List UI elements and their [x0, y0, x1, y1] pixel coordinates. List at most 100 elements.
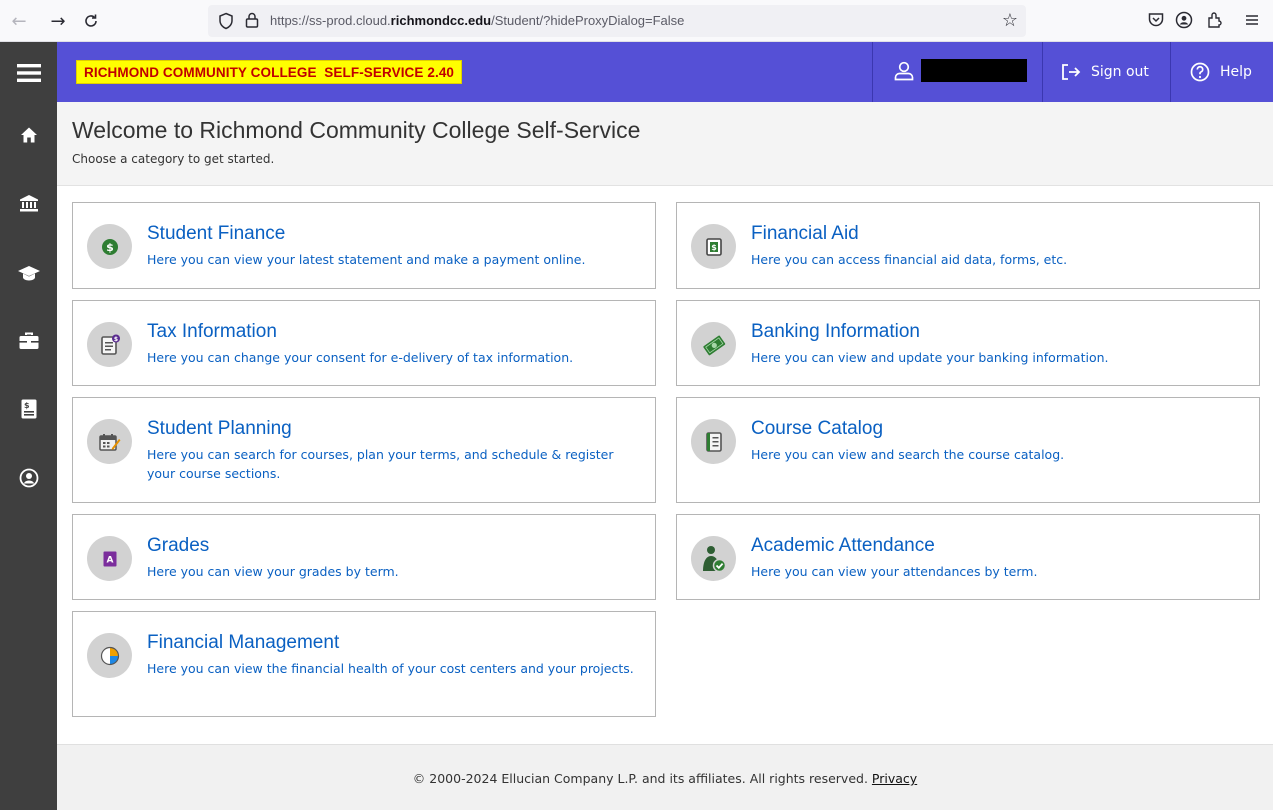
back-button[interactable]: ← [5, 7, 33, 35]
card-icon-circle [691, 419, 736, 464]
svg-text:$: $ [24, 401, 30, 410]
header-divider [1170, 42, 1171, 102]
card-icon-circle [691, 322, 736, 367]
header-divider [1042, 42, 1043, 102]
user-icon [894, 61, 914, 81]
menu-icon[interactable] [1240, 8, 1264, 32]
hamburger-icon [16, 64, 41, 82]
address-bar[interactable]: https://ss-prod.cloud.richmondcc.edu/Stu… [208, 5, 1026, 37]
menu-toggle-button[interactable] [0, 53, 57, 93]
footer-text: © 2000-2024 Ellucian Company L.P. and it… [57, 771, 1273, 786]
card-icon-circle [87, 419, 132, 464]
card-title: Financial Aid [751, 223, 859, 244]
nav-user-profile[interactable] [0, 458, 57, 498]
reload-icon [85, 14, 97, 27]
grade-report-icon: A [103, 551, 116, 566]
svg-text:$: $ [113, 336, 117, 343]
bank-icon [19, 195, 38, 212]
svg-text:$: $ [711, 243, 717, 252]
logo-text: RICHMOND COMMUNITY COLLEGE SELF-SERVICE … [84, 64, 455, 80]
card-description: Here you can view and update your bankin… [751, 350, 1109, 365]
card-financial-management[interactable]: Financial Management Here you can view t… [72, 611, 656, 717]
card-title: Student Finance [147, 223, 286, 244]
copyright-text: © 2000-2024 Ellucian Company L.P. and it… [412, 771, 868, 786]
card-description: Here you can view your attendances by te… [751, 564, 1038, 579]
lock-icon[interactable] [244, 11, 260, 29]
sign-out-label: Sign out [1091, 64, 1149, 80]
card-banking-information[interactable]: Banking Information Here you can view an… [676, 300, 1260, 386]
card-course-catalog[interactable]: Course Catalog Here you can view and sea… [676, 397, 1260, 503]
card-icon-circle [87, 633, 132, 678]
left-navigation: $ [0, 42, 57, 810]
browser-toolbar: ← → https://ss-prod.cloud.richmondcc.edu… [0, 0, 1273, 42]
nav-tax[interactable]: $ [0, 389, 57, 429]
account-icon[interactable] [1172, 8, 1196, 32]
card-icon-circle: A [87, 536, 132, 581]
card-student-planning[interactable]: Student Planning Here you can search for… [72, 397, 656, 503]
dollar-coin-icon: $ [101, 238, 118, 255]
nav-home[interactable] [0, 115, 57, 155]
card-description: Here you can change your consent for e-d… [147, 350, 574, 365]
card-title: Financial Management [147, 632, 340, 653]
page-footer: © 2000-2024 Ellucian Company L.P. and it… [57, 744, 1273, 810]
privacy-link[interactable]: Privacy [872, 771, 917, 786]
card-financial-aid[interactable]: $ Financial Aid Here you can access fina… [676, 202, 1260, 289]
college-logo[interactable]: RICHMOND COMMUNITY COLLEGE SELF-SERVICE … [76, 60, 463, 84]
card-grades[interactable]: A Grades Here you can view your grades b… [72, 514, 656, 600]
url-text: https://ss-prod.cloud.richmondcc.edu/Stu… [270, 13, 685, 28]
pocket-icon[interactable] [1144, 8, 1168, 32]
card-title: Banking Information [751, 321, 920, 342]
card-icon-circle: $ [87, 224, 132, 269]
bookmark-star-icon[interactable]: ☆ [1002, 10, 1018, 31]
app-header: RICHMOND COMMUNITY COLLEGE SELF-SERVICE … [57, 42, 1273, 102]
tracking-shield-icon[interactable] [218, 12, 234, 30]
help-label: Help [1220, 64, 1252, 80]
category-grid: $ Student Finance Here you can view your… [57, 186, 1273, 744]
card-description: Here you can view your grades by term. [147, 564, 399, 579]
card-description: Here you can access financial aid data, … [751, 252, 1068, 267]
svg-text:A: A [106, 555, 113, 565]
nav-financial[interactable] [0, 183, 57, 223]
tax-form-icon: $ [100, 334, 120, 355]
card-title: Tax Information [147, 321, 277, 342]
nav-academics[interactable] [0, 253, 57, 293]
sign-out-icon [1062, 64, 1081, 80]
card-student-finance[interactable]: $ Student Finance Here you can view your… [72, 202, 656, 289]
page-subtitle: Choose a category to get started. [72, 152, 275, 166]
calendar-pencil-icon [98, 433, 120, 451]
briefcase-icon [19, 332, 38, 349]
reload-button[interactable] [77, 7, 105, 35]
dollar-document-icon: $ [21, 399, 36, 419]
page-title: Welcome to Richmond Community College Se… [72, 117, 641, 143]
money-bills-icon [702, 335, 725, 355]
pie-chart-icon [100, 646, 119, 665]
nav-employment[interactable] [0, 321, 57, 361]
extensions-icon[interactable] [1203, 8, 1227, 32]
card-description: Here you can view and search the course … [751, 447, 1065, 462]
forward-button[interactable]: → [44, 7, 72, 35]
card-title: Course Catalog [751, 418, 884, 439]
card-title: Grades [147, 535, 210, 556]
help-button[interactable]: Help [1190, 42, 1252, 102]
card-icon-circle [691, 536, 736, 581]
card-title: Academic Attendance [751, 535, 935, 556]
sign-out-button[interactable]: Sign out [1061, 42, 1149, 102]
attendance-person-check-icon [702, 545, 726, 572]
card-description: Here you can search for courses, plan yo… [147, 447, 614, 481]
home-icon [20, 127, 37, 143]
dollar-document-icon: $ [705, 237, 722, 256]
user-circle-icon [19, 468, 38, 488]
user-menu-button[interactable] [873, 42, 1043, 102]
svg-text:$: $ [106, 241, 114, 254]
catalog-book-icon [705, 431, 722, 452]
card-icon-circle: $ [87, 322, 132, 367]
help-circle-icon [1190, 62, 1210, 82]
graduation-cap-icon [17, 266, 40, 281]
user-name-redacted [921, 59, 1027, 82]
card-academic-attendance[interactable]: Academic Attendance Here you can view yo… [676, 514, 1260, 600]
card-description: Here you can view your latest statement … [147, 252, 586, 267]
card-icon-circle: $ [691, 224, 736, 269]
card-description: Here you can view the financial health o… [147, 661, 634, 676]
welcome-section: Welcome to Richmond Community College Se… [57, 102, 1273, 186]
card-tax-information[interactable]: $ Tax Information Here you can change yo… [72, 300, 656, 386]
